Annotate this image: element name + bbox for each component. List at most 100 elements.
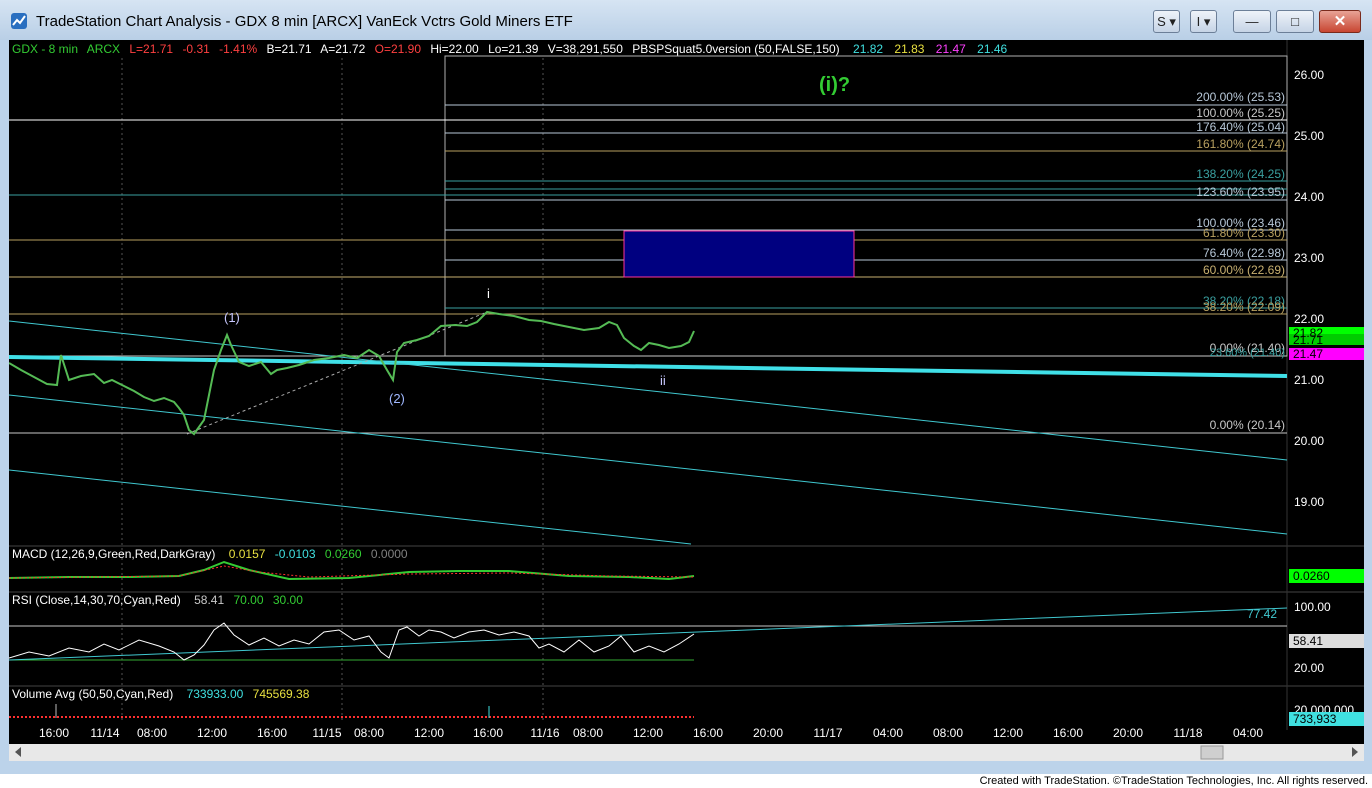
rsi-value: 58.41 — [194, 593, 224, 607]
maximize-button[interactable]: □ — [1276, 10, 1314, 33]
time-tick: 20:00 — [753, 726, 783, 740]
wave-label-target: (i)? — [819, 74, 850, 96]
title-bar[interactable]: TradeStation Chart Analysis - GDX 8 min … — [0, 0, 1372, 40]
channel-line[interactable] — [9, 394, 1288, 535]
fib-frame — [444, 55, 1288, 357]
minimize-button[interactable]: — — [1233, 10, 1271, 33]
scrollbar-thumb[interactable] — [1200, 745, 1224, 760]
chart-canvas[interactable]: 26.00 25.00 24.00 23.00 22.00 21.00 20.0… — [9, 40, 1364, 761]
fib-label: 176.40% (25.04) — [1196, 120, 1285, 134]
window-title: TradeStation Chart Analysis - GDX 8 min … — [36, 13, 573, 30]
rsi-line[interactable] — [9, 622, 695, 661]
rsi-tick: 100.00 — [1294, 600, 1331, 614]
i-menu-button[interactable]: I ▾ — [1190, 10, 1217, 33]
channel-line[interactable] — [9, 469, 692, 545]
target-box[interactable] — [623, 230, 855, 278]
time-tick: 16:00 — [693, 726, 723, 740]
footer-copyright: Created with TradeStation. ©TradeStation… — [979, 775, 1368, 787]
chart-area[interactable]: 26.00 25.00 24.00 23.00 22.00 21.00 20.0… — [9, 40, 1364, 761]
volume-value: 733933.00 — [187, 687, 244, 701]
fib-label: 138.20% (24.25) — [1196, 167, 1285, 181]
price-markers: 21.82 21.71 21.47 — [1293, 326, 1323, 361]
time-tick: 04:00 — [873, 726, 903, 740]
tradestation-icon — [11, 13, 27, 29]
price-series[interactable] — [9, 310, 695, 436]
price-tick: 24.00 — [1294, 190, 1324, 204]
macd-line[interactable] — [9, 560, 695, 581]
time-tick: 16:00 — [473, 726, 503, 740]
fib-label: 123.60% (23.95) — [1196, 185, 1285, 199]
header-change-pct: -1.41% — [219, 42, 257, 56]
horizontal-scrollbar[interactable] — [9, 744, 1364, 761]
rsi-marker: 58.41 — [1293, 634, 1323, 648]
header-ask: A=21.72 — [320, 42, 365, 56]
price-tick: 25.00 — [1294, 129, 1324, 143]
wave-label-2: (2) — [389, 391, 405, 406]
fib-label: 161.80% (24.74) — [1196, 137, 1285, 151]
header-high: Hi=22.00 — [430, 42, 479, 56]
channel-line[interactable] — [9, 320, 1288, 461]
price-tick: 20.00 — [1294, 434, 1324, 448]
time-tick: 11/14 — [90, 726, 119, 740]
header-last: L=21.71 — [129, 42, 173, 56]
header-indicator: PBSPSquat5.0version (50,FALSE,150) — [632, 42, 839, 56]
macd-value: 0.0157 — [229, 547, 266, 561]
volume-label: Volume Avg (50,50,Cyan,Red) — [12, 687, 173, 701]
time-tick: 08:00 — [933, 726, 963, 740]
wave-label-i: i — [487, 286, 490, 301]
header-ind-value: 21.47 — [936, 42, 966, 56]
price-tick: 26.00 — [1294, 68, 1324, 82]
macd-header: MACD (12,26,9,Green,Red,DarkGray) 0.0157… — [12, 547, 408, 561]
channel-line[interactable] — [9, 355, 1288, 378]
header-ind-value: 21.83 — [894, 42, 924, 56]
macd-label: MACD (12,26,9,Green,Red,DarkGray) — [12, 547, 215, 561]
volume-header: Volume Avg (50,50,Cyan,Red) 733933.00 74… — [12, 687, 310, 701]
rsi-tick: 20.00 — [1294, 661, 1324, 675]
price-marker: 21.71 — [1293, 333, 1323, 347]
volume-value: 745569.38 — [253, 687, 310, 701]
s-menu-label: S — [1157, 14, 1166, 29]
header-open: O=21.90 — [375, 42, 422, 56]
macd-value: 0.0260 — [325, 547, 362, 561]
chart-header: GDX - 8 min ARCX L=21.71 -0.31 -1.41% B=… — [12, 42, 1008, 56]
header-ind-value: 21.82 — [853, 42, 883, 56]
header-bid: B=21.71 — [267, 42, 312, 56]
time-tick: 12:00 — [414, 726, 444, 740]
macd-value: -0.0103 — [275, 547, 316, 561]
header-ind-value: 21.46 — [977, 42, 1007, 56]
fib-label: 38.20% (22.09) — [1203, 300, 1285, 314]
fib-label: 100.00% (25.25) — [1196, 106, 1285, 120]
header-change: -0.31 — [182, 42, 210, 56]
header-symbol: GDX - 8 min — [12, 42, 78, 56]
time-tick: 11/17 — [813, 726, 842, 740]
time-tick: 12:00 — [633, 726, 663, 740]
time-tick: 12:00 — [993, 726, 1023, 740]
rsi-value: 70.00 — [233, 593, 263, 607]
time-tick: 16:00 — [1053, 726, 1083, 740]
time-tick: 11/18 — [1173, 726, 1202, 740]
fib-labels: 200.00% (25.53) 100.00% (25.25) 176.40% … — [1196, 90, 1285, 432]
rsi-trend-label: 77.42 — [1247, 607, 1277, 621]
time-tick: 16:00 — [39, 726, 69, 740]
time-axis: 16:00 11/14 08:00 12:00 16:00 11/15 08:0… — [39, 726, 1263, 740]
rsi-label: RSI (Close,14,30,70,Cyan,Red) — [12, 593, 181, 607]
close-button[interactable]: ✕ — [1319, 10, 1361, 33]
time-tick: 04:00 — [1233, 726, 1263, 740]
fib-label: 200.00% (25.53) — [1196, 90, 1285, 104]
time-tick: 11/15 — [312, 726, 341, 740]
time-tick: 08:00 — [137, 726, 167, 740]
header-exchange: ARCX — [87, 42, 120, 56]
wave-label-1: (1) — [224, 310, 240, 325]
fib-label: 76.40% (22.98) — [1203, 246, 1285, 260]
footer: Created with TradeStation. ©TradeStation… — [0, 774, 1372, 788]
rsi-header: RSI (Close,14,30,70,Cyan,Red) 58.41 70.0… — [12, 593, 303, 607]
fib-label: 0.00% (20.14) — [1210, 418, 1285, 432]
volume-marker: 733,933 — [1293, 712, 1337, 726]
macd-value: 0.0000 — [371, 547, 408, 561]
price-tick: 19.00 — [1294, 495, 1324, 509]
price-marker: 21.47 — [1293, 347, 1323, 361]
fib-label: 61.80% (23.30) — [1203, 226, 1285, 240]
s-menu-button[interactable]: S ▾ — [1153, 10, 1180, 33]
rsi-trendline[interactable] — [9, 607, 1288, 661]
fib-label: 60.00% (22.69) — [1203, 263, 1285, 277]
